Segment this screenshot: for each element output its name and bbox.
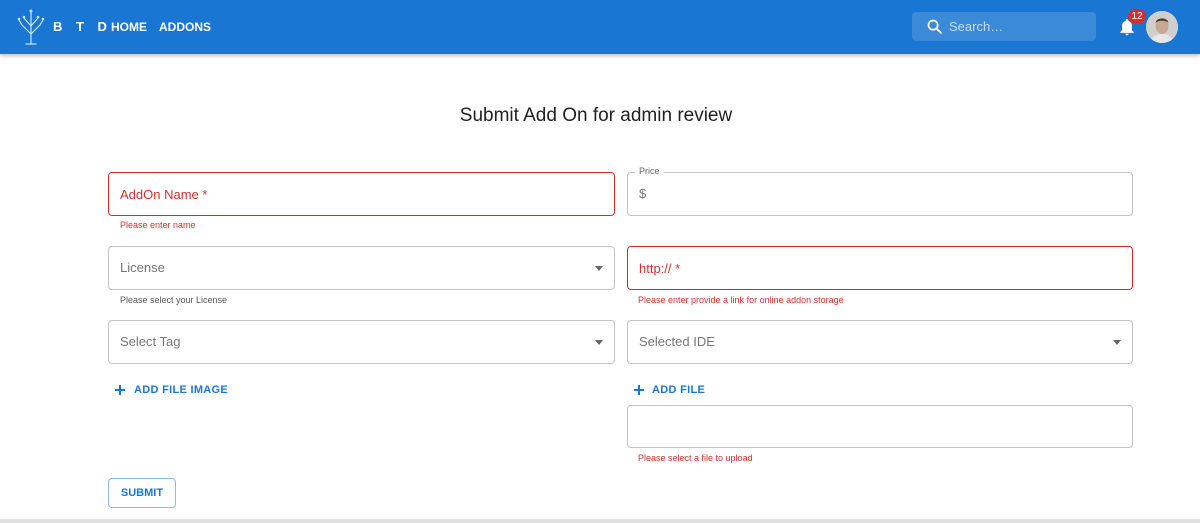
nav-addons[interactable]: ADDONS	[159, 20, 211, 34]
search-box	[912, 12, 1096, 41]
ide-select-label: Selected IDE	[639, 334, 715, 349]
license-select[interactable]: License	[108, 246, 615, 290]
page-bottom-divider	[0, 519, 1200, 523]
chevron-down-icon	[595, 340, 603, 345]
tag-select-label: Select Tag	[120, 334, 181, 349]
link-input[interactable]	[628, 247, 1132, 289]
logo-text[interactable]: B T D	[53, 19, 112, 34]
addon-name-input[interactable]	[109, 173, 614, 215]
tree-logo-icon[interactable]	[17, 8, 45, 45]
ide-select[interactable]: Selected IDE	[627, 320, 1133, 364]
link-error: Please enter provide a link for online a…	[638, 295, 844, 305]
price-label: Price	[635, 166, 664, 176]
file-field[interactable]	[627, 405, 1133, 448]
user-avatar[interactable]	[1146, 11, 1178, 43]
app-bar: B T D HOME ADDONS 12	[0, 0, 1200, 54]
file-error: Please select a file to upload	[638, 453, 753, 463]
notification-badge: 12	[1128, 9, 1146, 24]
license-select-label: License	[120, 260, 165, 275]
search-icon	[927, 19, 942, 34]
add-file-button[interactable]: ADD FILE	[652, 384, 705, 396]
addon-name-error: Please enter name	[120, 220, 196, 230]
price-currency-adornment: $	[639, 186, 647, 201]
plus-icon	[634, 385, 644, 395]
link-field	[627, 246, 1133, 290]
add-file-image-button[interactable]: ADD FILE IMAGE	[134, 384, 228, 396]
nav-home[interactable]: HOME	[111, 20, 147, 34]
license-helper: Please select your License	[120, 295, 228, 305]
submit-button[interactable]: SUBMIT	[108, 478, 176, 508]
price-field[interactable]: Price $	[627, 166, 1133, 216]
chevron-down-icon	[1113, 340, 1121, 345]
addon-name-field	[108, 172, 615, 216]
tag-select[interactable]: Select Tag	[108, 320, 615, 364]
chevron-down-icon	[595, 266, 603, 271]
plus-icon	[115, 385, 125, 395]
search-input[interactable]	[949, 12, 1089, 41]
page-title: Submit Add On for admin review	[459, 105, 733, 126]
avatar-person-icon	[1146, 11, 1178, 43]
